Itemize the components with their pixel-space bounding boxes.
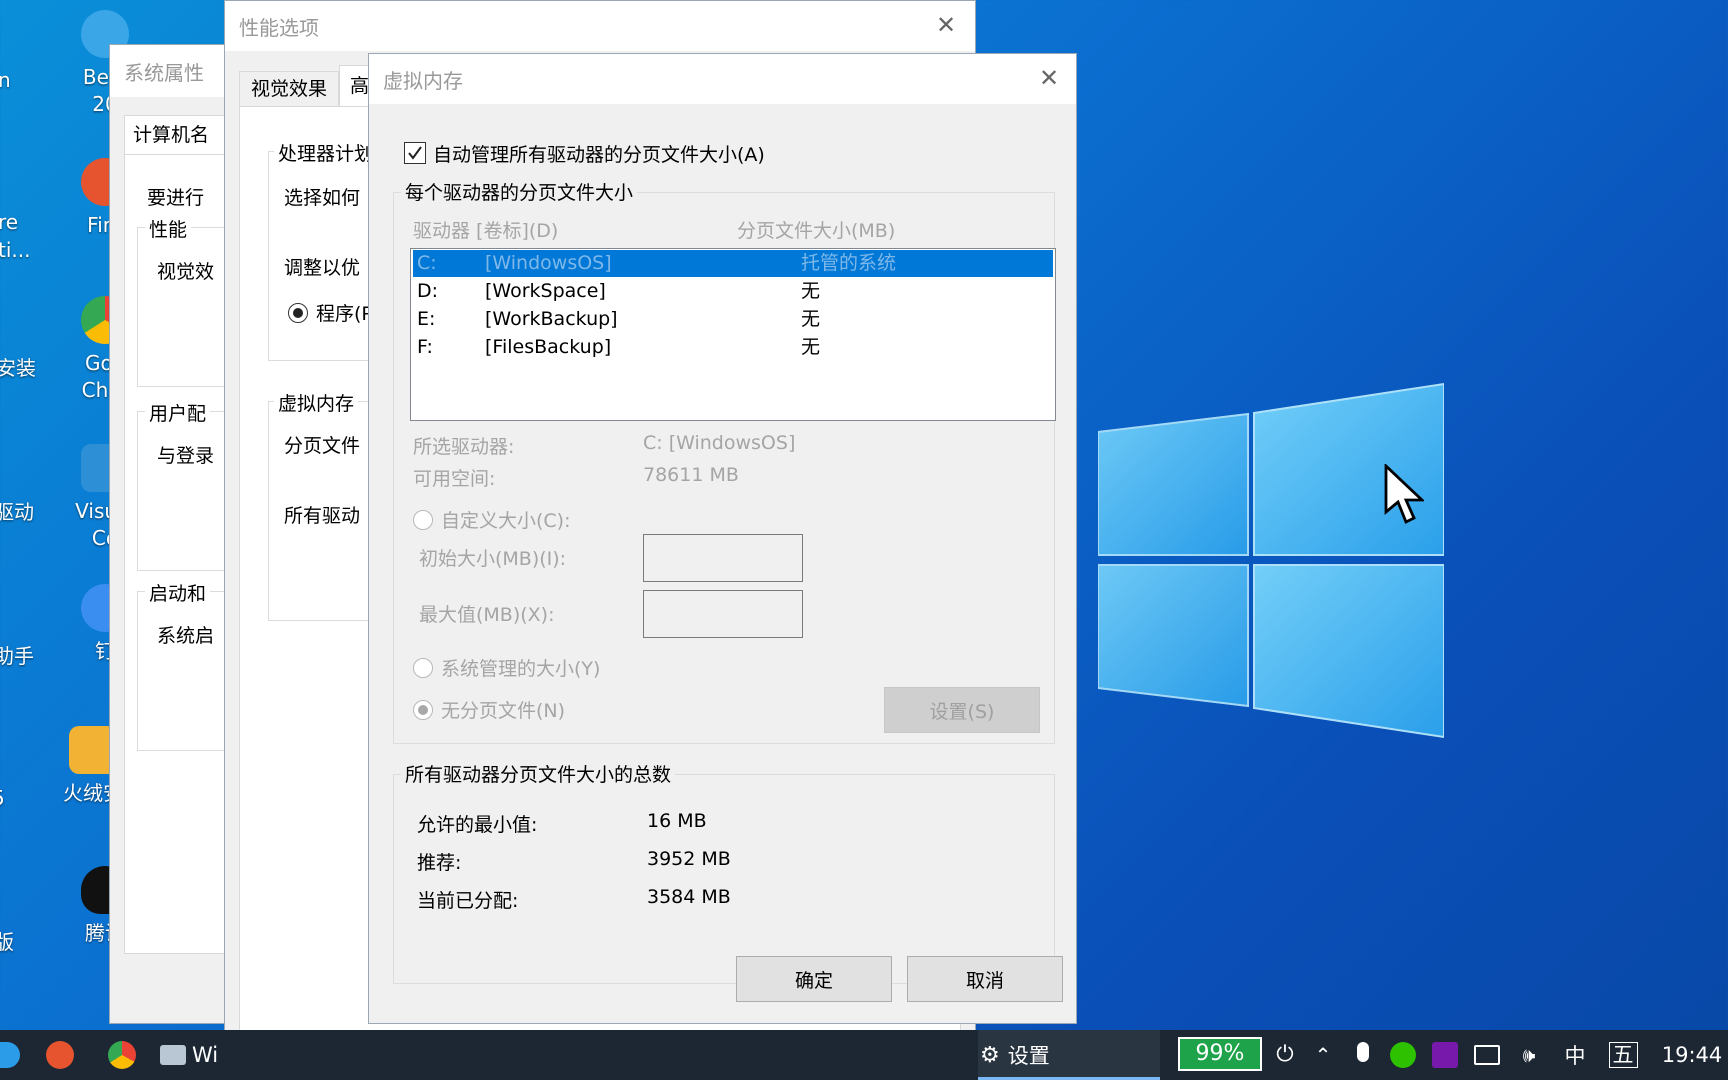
- ok-button[interactable]: 确定: [736, 956, 892, 1002]
- allocated-value: 3584 MB: [647, 886, 731, 908]
- recommended-value: 3952 MB: [647, 848, 731, 870]
- selected-drive-value: C: [WindowsOS]: [643, 432, 796, 454]
- firefox-icon: [46, 1041, 74, 1069]
- windows-logo-wallpaper: [1098, 382, 1444, 739]
- totals-group: [393, 774, 1055, 984]
- sysprop-profile-text: 与登录: [157, 445, 215, 467]
- perf-all-drives-text: 所有驱动: [284, 505, 361, 527]
- volume-icon[interactable]: 🕪: [1516, 1042, 1542, 1068]
- desktop-edge-label: n: [0, 68, 11, 92]
- set-button[interactable]: 设置(S): [884, 687, 1040, 733]
- sysprop-startup-legend: 启动和: [145, 579, 211, 606]
- max-size-input[interactable]: [643, 590, 803, 638]
- processor-adjust-text: 调整以优: [284, 257, 361, 279]
- virtual-memory-dialog: 虚拟内存 ✕ 自动管理所有驱动器的分页文件大小(A) 每个驱动器的分页文件大小 …: [368, 53, 1077, 1024]
- perf-paging-file-text: 分页文件: [284, 435, 361, 457]
- no-paging-file-radio[interactable]: [413, 700, 433, 720]
- free-space-label: 可用空间:: [413, 468, 496, 490]
- desktop-edge-label: 版: [0, 930, 14, 954]
- ime-language-indicator[interactable]: 中: [1560, 1030, 1590, 1080]
- desktop-edge-label: 安装: [0, 356, 36, 380]
- gear-icon: ⚙: [980, 1042, 1000, 1068]
- app-icon: [0, 1042, 20, 1068]
- auto-manage-checkbox[interactable]: [404, 142, 426, 164]
- custom-size-radio[interactable]: [413, 510, 433, 530]
- programs-radio[interactable]: [288, 303, 308, 323]
- min-allowed-label: 允许的最小值:: [417, 814, 538, 836]
- totals-legend: 所有驱动器分页文件大小的总数: [401, 760, 676, 787]
- drive-row-c[interactable]: C: [WindowsOS] 托管的系统: [413, 250, 1053, 277]
- power-plug-icon[interactable]: ⏻: [1272, 1042, 1298, 1068]
- processor-scheduling-text: 选择如何: [284, 187, 361, 209]
- programs-radio-label: 程序(P: [316, 303, 373, 325]
- desktop-edge-label: 5: [0, 786, 5, 810]
- custom-size-label: 自定义大小(C):: [441, 510, 571, 532]
- processor-scheduling-legend: 处理器计划: [274, 139, 378, 166]
- taskbar-edge-app-icon[interactable]: [0, 1030, 20, 1080]
- taskbar-system-window[interactable]: Wi: [160, 1030, 220, 1080]
- ime-mode-indicator[interactable]: 五: [1606, 1030, 1640, 1080]
- tab-visual-effects[interactable]: 视觉效果: [239, 71, 339, 107]
- battery-percent-badge[interactable]: 99%: [1178, 1037, 1262, 1071]
- vm-close-icon[interactable]: ✕: [1035, 64, 1063, 92]
- column-header-drive: 驱动器 [卷标](D): [413, 220, 559, 242]
- drive-row-e[interactable]: E: [WorkBackup] 无: [413, 306, 1053, 333]
- virtual-memory-title: 虚拟内存: [369, 54, 1076, 104]
- cancel-button[interactable]: 取消: [907, 956, 1063, 1002]
- clock[interactable]: 19:44: [1660, 1030, 1724, 1080]
- desktop-edge-label: 助手: [0, 644, 34, 668]
- allocated-label: 当前已分配:: [417, 890, 519, 912]
- desktop-edge-label: re: [0, 210, 19, 234]
- drive-row-d[interactable]: D: [WorkSpace] 无: [413, 278, 1053, 305]
- sysprop-startup-text: 系统启: [157, 625, 215, 647]
- checkmark-icon: [408, 146, 422, 160]
- chrome-icon: [108, 1041, 136, 1069]
- recommended-label: 推荐:: [417, 852, 462, 874]
- wechat-icon[interactable]: [1390, 1042, 1416, 1068]
- taskbar-settings[interactable]: ⚙ 设置: [978, 1030, 1160, 1080]
- perf-close-icon[interactable]: ✕: [932, 11, 960, 39]
- system-managed-radio[interactable]: [413, 658, 433, 678]
- no-paging-file-label: 无分页文件(N): [441, 700, 566, 722]
- taskbar-firefox[interactable]: [46, 1030, 80, 1080]
- desktop-edge-label: ti...: [0, 238, 31, 262]
- per-drive-legend: 每个驱动器的分页文件大小: [401, 178, 638, 205]
- microphone-icon[interactable]: [1350, 1042, 1376, 1068]
- desktop-edge-label: 驱动: [0, 500, 34, 524]
- taskbar-chrome[interactable]: [108, 1030, 142, 1080]
- system-window-icon: [160, 1045, 186, 1065]
- min-allowed-value: 16 MB: [647, 810, 707, 832]
- column-header-paging-size: 分页文件大小(MB): [737, 220, 896, 242]
- sysprop-intro-text: 要进行: [147, 187, 205, 209]
- sysprop-performance-text: 视觉效: [157, 261, 215, 283]
- auto-manage-label[interactable]: 自动管理所有驱动器的分页文件大小(A): [433, 140, 765, 167]
- system-managed-label: 系统管理的大小(Y): [441, 658, 601, 680]
- max-size-label: 最大值(MB)(X):: [419, 604, 555, 626]
- sysprop-profile-legend: 用户配: [145, 399, 211, 426]
- selected-drive-label: 所选驱动器:: [413, 436, 515, 458]
- onenote-icon[interactable]: [1432, 1042, 1458, 1068]
- initial-size-label: 初始大小(MB)(I):: [419, 548, 567, 570]
- performance-options-title: 性能选项: [225, 1, 975, 51]
- network-icon[interactable]: [1474, 1045, 1500, 1065]
- drive-row-f[interactable]: F: [FilesBackup] 无: [413, 334, 1053, 361]
- mouse-cursor-icon: [1384, 464, 1424, 524]
- sysprop-performance-legend: 性能: [145, 215, 192, 242]
- drive-listbox[interactable]: C: [WindowsOS] 托管的系统 D: [WorkSpace] 无 E:…: [410, 248, 1056, 421]
- perf-virtual-memory-legend: 虚拟内存: [274, 389, 359, 416]
- free-space-value: 78611 MB: [643, 464, 739, 486]
- initial-size-input[interactable]: [643, 534, 803, 582]
- taskbar: Wi ⚙ 设置 99% ⏻ ⌃ 🕪 中 五 19:44: [0, 1030, 1728, 1080]
- chevron-up-icon[interactable]: ⌃: [1310, 1042, 1336, 1068]
